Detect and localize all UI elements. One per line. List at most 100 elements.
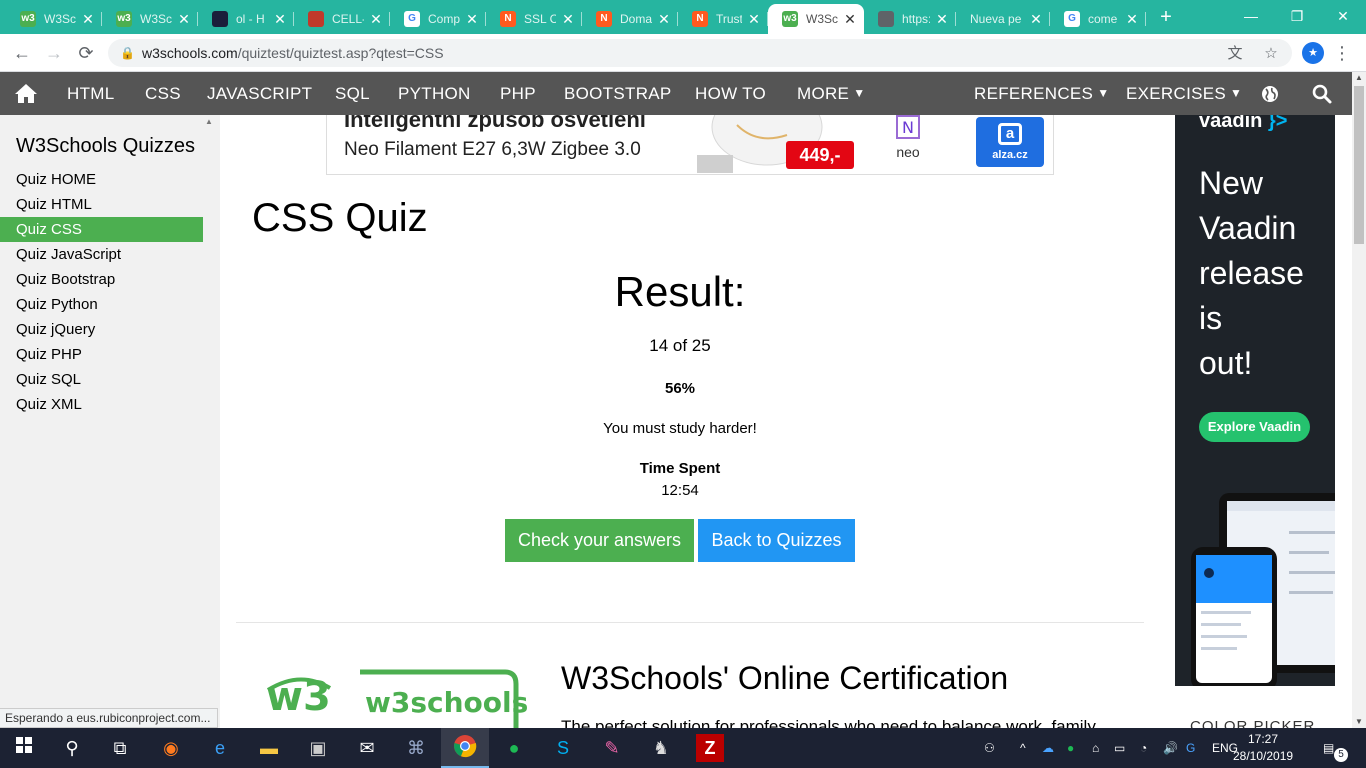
browser-tab[interactable]: G Comp ✕ [390, 4, 486, 34]
nav-python[interactable]: PYTHON [398, 72, 471, 115]
back-to-quizzes-button[interactable]: Back to Quizzes [698, 519, 855, 562]
task-view-icon[interactable]: ⧉ [106, 734, 134, 762]
tab-close-icon[interactable]: ✕ [464, 11, 480, 27]
network-app-icon[interactable]: ⌘ [402, 734, 430, 762]
back-arrow-icon[interactable]: ← [8, 40, 36, 66]
tab-close-icon[interactable]: ✕ [746, 11, 762, 27]
onedrive-icon[interactable]: ☁ [1042, 728, 1054, 768]
browser-tab[interactable]: N SSL C ✕ [486, 4, 582, 34]
tab-close-icon[interactable]: ✕ [1028, 11, 1044, 27]
nav-sql[interactable]: SQL [335, 72, 370, 115]
skype-icon[interactable]: S [549, 734, 577, 762]
filezilla-icon[interactable]: Z [696, 734, 724, 762]
browser-tab[interactable]: Gcome ✕ [1050, 4, 1146, 34]
nav-javascript[interactable]: JAVASCRIPT [207, 72, 312, 115]
windows-start-icon[interactable] [10, 734, 38, 762]
sidebar-item-quiz-xml[interactable]: Quiz XML [0, 392, 203, 417]
explore-vaadin-button[interactable]: Explore Vaadin [1199, 412, 1310, 442]
tab-close-icon[interactable]: ✕ [80, 11, 96, 27]
minimize-window-button[interactable]: — [1228, 0, 1274, 32]
check-answers-button[interactable]: Check your answers [505, 519, 694, 562]
nav-references[interactable]: REFERENCES ▼ [974, 72, 1109, 115]
spotify-tray-icon[interactable]: ● [1067, 728, 1074, 768]
tab-close-icon[interactable]: ✕ [656, 11, 672, 27]
system-clock[interactable]: 17:27 28/10/2019 [1233, 731, 1293, 765]
tab-favicon-icon: w3 [20, 11, 36, 27]
browser-menu-icon[interactable]: ⋮ [1332, 40, 1352, 66]
reload-icon[interactable]: ⟳ [72, 40, 100, 66]
nav-howto[interactable]: HOW TO [695, 72, 766, 115]
scrollbar-thumb[interactable] [1354, 86, 1364, 244]
language-bar-icon[interactable]: G [1186, 728, 1195, 768]
browser-tab[interactable]: w3 W3Sc ✕ [6, 4, 102, 34]
tab-close-icon[interactable]: ✕ [272, 11, 288, 27]
mail-icon[interactable]: ✉ [353, 734, 381, 762]
top-banner-ad[interactable]: Inteligentní způsob osvětlení Neo Filame… [326, 115, 1054, 175]
people-icon[interactable]: ⚇ [984, 728, 995, 768]
search-icon[interactable] [1311, 83, 1333, 105]
tab-close-icon[interactable]: ✕ [368, 11, 384, 27]
globe-icon[interactable] [1259, 83, 1281, 105]
paint-icon[interactable]: ✎ [598, 734, 626, 762]
profile-avatar[interactable]: ★ [1302, 42, 1324, 64]
browser-tab[interactable]: ol - H ✕ [198, 4, 294, 34]
store-icon[interactable]: ▣ [304, 734, 332, 762]
sidebar-item-quiz-python[interactable]: Quiz Python [0, 292, 203, 317]
tab-close-icon[interactable]: ✕ [1124, 11, 1140, 27]
browser-tab[interactable]: w3 W3Sc ✕ [102, 4, 198, 34]
nav-exercises[interactable]: EXERCISES ▼ [1126, 72, 1242, 115]
edge-icon[interactable]: e [206, 734, 234, 762]
chrome-icon[interactable] [451, 734, 479, 762]
tab-close-icon[interactable]: ✕ [842, 11, 858, 27]
taskbar-search-icon[interactable]: ⚲ [58, 734, 86, 762]
tab-favicon-icon: w3 [782, 11, 798, 27]
maximize-window-button[interactable]: ❐ [1274, 0, 1320, 32]
nav-css[interactable]: CSS [145, 72, 181, 115]
tab-close-icon[interactable]: ✕ [560, 11, 576, 27]
browser-tab[interactable]: Nueva pe ✕ [956, 4, 1050, 34]
page-scrollbar[interactable]: ▲ ▼ [1352, 72, 1366, 728]
vaadin-side-ad[interactable]: vaadin }> New Vaadin release is out! Exp… [1175, 115, 1335, 686]
sidebar-item-quiz-sql[interactable]: Quiz SQL [0, 367, 203, 392]
sidebar-item-quiz-php[interactable]: Quiz PHP [0, 342, 203, 367]
tab-close-icon[interactable]: ✕ [176, 11, 192, 27]
firefox-icon[interactable]: ◉ [157, 734, 185, 762]
home-icon[interactable] [0, 72, 52, 115]
browser-tab[interactable]: https: ✕ [864, 4, 956, 34]
volume-icon[interactable]: 🔊 [1163, 728, 1178, 768]
browser-tab[interactable]: N Doma ✕ [582, 4, 678, 34]
tray-expand-icon[interactable]: ^ [1020, 728, 1026, 768]
sidebar-item-quiz-html[interactable]: Quiz HTML [0, 192, 203, 217]
scroll-down-icon[interactable]: ▼ [1352, 716, 1366, 728]
tab-favicon-icon: N [692, 11, 708, 27]
tab-close-icon[interactable]: ✕ [934, 11, 950, 27]
sidebar-item-quiz-home[interactable]: Quiz HOME [0, 167, 203, 192]
translate-icon[interactable]: 文 [1224, 43, 1246, 65]
sidebar-item-quiz-css[interactable]: Quiz CSS [0, 217, 203, 242]
sidebar-item-quiz-bootstrap[interactable]: Quiz Bootstrap [0, 267, 203, 292]
sidebar-scroll-up-icon[interactable]: ▲ [205, 117, 213, 126]
hotspot-icon[interactable]: ⌂ [1092, 728, 1099, 768]
nav-html[interactable]: HTML [67, 72, 114, 115]
nav-bootstrap[interactable]: BOOTSTRAP [564, 72, 672, 115]
browser-tab[interactable]: w3 W3Sc ✕ [768, 4, 864, 34]
battery-icon[interactable]: ▭ [1114, 728, 1125, 768]
address-bar[interactable]: 🔒 w3schools.com/quiztest/quiztest.asp?qt… [108, 39, 1292, 67]
new-tab-button[interactable]: + [1155, 6, 1177, 28]
spotify-icon[interactable]: ● [500, 734, 528, 762]
browser-tab[interactable]: CELL- ✕ [294, 4, 390, 34]
browser-tab[interactable]: N Truste ✕ [678, 4, 768, 34]
sidebar-item-quiz-javascript[interactable]: Quiz JavaScript [0, 242, 203, 267]
close-window-button[interactable]: ✕ [1320, 0, 1366, 32]
forward-arrow-icon[interactable]: → [40, 40, 68, 66]
scroll-up-icon[interactable]: ▲ [1352, 72, 1366, 84]
nav-php[interactable]: PHP [500, 72, 536, 115]
action-center-icon[interactable]: ▤ [1323, 728, 1334, 768]
game-app-icon[interactable]: ♞ [647, 734, 675, 762]
wifi-icon[interactable]: ◔ [1140, 728, 1147, 768]
bookmark-star-icon[interactable]: ☆ [1260, 43, 1282, 65]
notification-badge: 5 [1334, 748, 1348, 762]
nav-more[interactable]: MORE ▼ [797, 72, 865, 115]
sidebar-item-quiz-jquery[interactable]: Quiz jQuery [0, 317, 203, 342]
file-explorer-icon[interactable]: ▬ [255, 734, 283, 762]
